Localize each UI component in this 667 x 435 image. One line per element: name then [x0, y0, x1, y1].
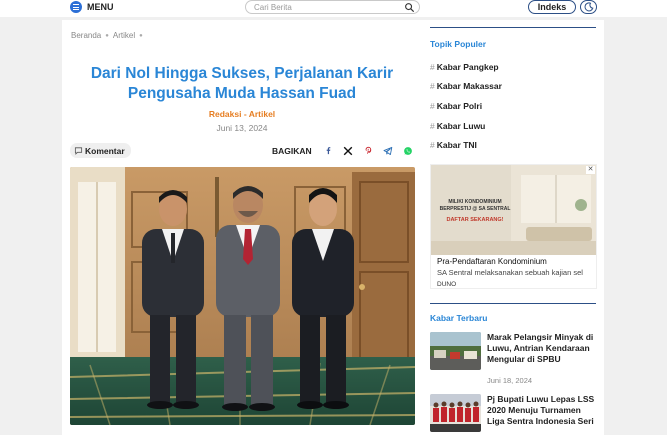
ad-banner-line3: DAFTAR SEKARANG!: [446, 217, 504, 223]
topik-item[interactable]: # Kabar Makassar: [430, 77, 596, 97]
sidebar-rule: [430, 27, 596, 28]
news-title[interactable]: Pj Bupati Luwu Lepas LSS 2020 Menuju Tur…: [487, 394, 597, 427]
news-thumbnail: [430, 394, 481, 432]
sidebar-rule: [430, 303, 596, 304]
ad-close-icon[interactable]: ✕: [586, 166, 595, 174]
news-thumbnail: [430, 332, 481, 370]
top-navbar: MENU Indeks: [0, 0, 667, 17]
kabar-terbaru-heading: Kabar Terbaru: [430, 313, 488, 323]
ad-title: Pra-Pendaftaran Kondominium: [437, 257, 547, 266]
comment-icon: [74, 147, 83, 155]
topik-list: # Kabar Pangkep # Kabar Makassar # Kabar Po…: [430, 57, 596, 155]
search-icon[interactable]: [404, 2, 415, 13]
menu-button[interactable]: MENU: [70, 0, 114, 14]
content-panel: Beranda ● Artikel ● Dari Nol Hingga Suks…: [62, 20, 604, 435]
news-title[interactable]: Marak Pelangsir Minyak di Luwu, Antrian …: [487, 332, 597, 365]
topik-item[interactable]: # Kabar Polri: [430, 96, 596, 116]
search-input[interactable]: [246, 1, 401, 13]
topik-item[interactable]: # Kabar TNI: [430, 135, 596, 155]
news-date: Juni 18, 2024: [487, 376, 533, 385]
article-photo: [70, 167, 415, 425]
indeks-button[interactable]: Indeks: [528, 0, 576, 14]
ad-description: SA Sentral melaksanakan sebuah kajian se…: [437, 268, 583, 277]
latest-news-item[interactable]: Marak Pelangsir Minyak di Luwu, Antrian …: [430, 332, 598, 392]
comment-button[interactable]: Komentar: [70, 143, 131, 158]
category-link[interactable]: Artikel: [249, 109, 275, 119]
hash-icon: #: [430, 120, 435, 131]
article-date: Juni 13, 2024: [216, 123, 268, 133]
telegram-icon[interactable]: [381, 143, 396, 158]
breadcrumb-beranda[interactable]: Beranda: [71, 31, 101, 40]
hash-icon: #: [430, 61, 435, 72]
menu-label: MENU: [87, 2, 114, 12]
breadcrumb-separator-icon: ●: [139, 32, 143, 39]
breadcrumb-artikel[interactable]: Artikel: [113, 31, 135, 40]
breadcrumb: Beranda ● Artikel ●: [71, 31, 143, 40]
meta-separator: -: [243, 109, 247, 119]
moon-icon: [584, 2, 593, 12]
topik-populer-heading: Topik Populer: [430, 39, 487, 49]
hash-icon: #: [430, 100, 435, 111]
whatsapp-icon[interactable]: [401, 143, 416, 158]
breadcrumb-separator-icon: ●: [105, 32, 109, 39]
hamburger-icon: [70, 1, 82, 13]
ad-banner-line2: BERPRESTIJ @ SA SENTRAL: [439, 206, 511, 212]
three-men-photo: [70, 167, 415, 425]
ad-banner-image: MILIKI KONDOMINIUM BERPRESTIJ @ SA SENTR…: [431, 165, 596, 255]
share-label: BAGIKAN: [272, 145, 312, 156]
topik-item[interactable]: # Kabar Luwu: [430, 116, 596, 136]
article-title: Dari Nol Hingga Sukses, Perjalanan Karir…: [90, 65, 394, 102]
comment-label: Komentar: [85, 145, 125, 156]
hash-icon: #: [430, 81, 435, 92]
facebook-icon[interactable]: [321, 143, 336, 158]
topik-item[interactable]: # Kabar Pangkep: [430, 57, 596, 77]
search-box: [245, 0, 420, 14]
hash-icon: #: [430, 140, 435, 151]
author-link[interactable]: Redaksi: [209, 109, 242, 119]
pinterest-icon[interactable]: [361, 143, 376, 158]
article-meta: Redaksi - Artikel: [70, 109, 414, 119]
x-icon[interactable]: [341, 143, 356, 158]
latest-news-item[interactable]: Pj Bupati Luwu Lepas LSS 2020 Menuju Tur…: [430, 394, 598, 435]
ad-banner-line1: MILIKI KONDOMINIUM: [448, 199, 502, 205]
ad-cta: DUNO: [437, 281, 457, 288]
advertisement[interactable]: MILIKI KONDOMINIUM BERPRESTIJ @ SA SENTR…: [430, 164, 597, 289]
share-bar: BAGIKAN: [272, 142, 416, 159]
dark-mode-toggle[interactable]: [580, 0, 597, 14]
